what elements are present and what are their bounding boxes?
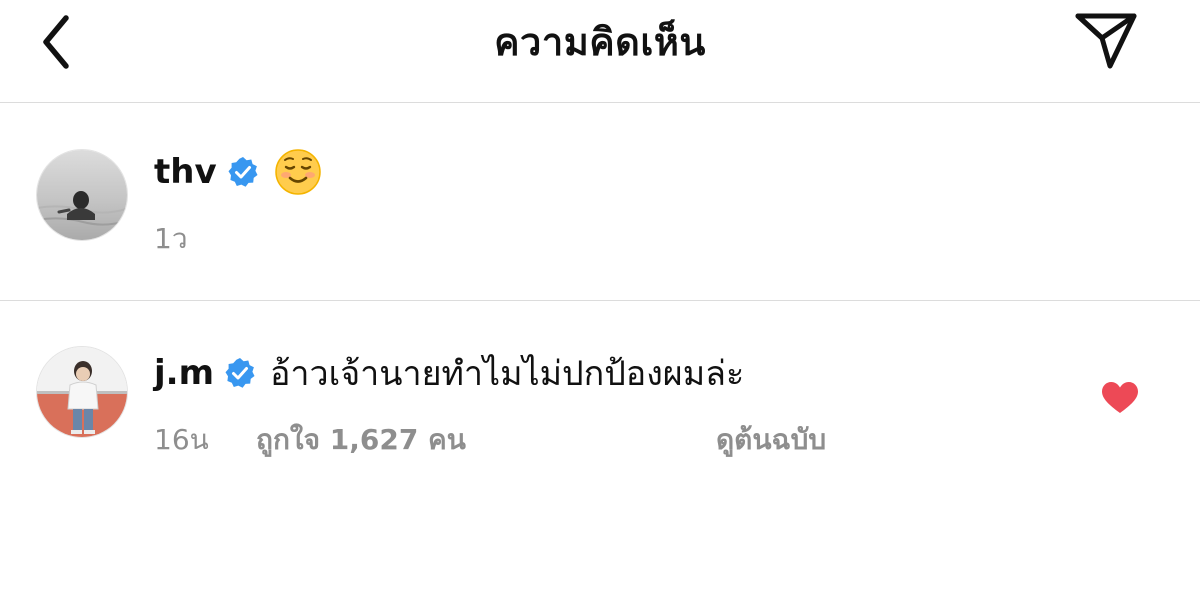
comments-screen: ความคิดเห็น thv 1ว j.m อ้าวเจ้านายทำไมไม… bbox=[0, 0, 1200, 612]
like-button[interactable] bbox=[1098, 378, 1142, 418]
see-original-link[interactable]: ดูต้นฉบับ bbox=[716, 418, 826, 462]
comment-time: 16น bbox=[154, 423, 209, 456]
avatar[interactable] bbox=[36, 346, 128, 438]
avatar-image bbox=[37, 150, 127, 240]
comment-text: อ้าวเจ้านายทำไมไม่ปกป้องผมล่ะ bbox=[270, 354, 745, 394]
comment-line: thv bbox=[154, 147, 323, 197]
comment-item[interactable]: thv 1ว bbox=[0, 103, 1200, 301]
comment-meta: 1ว bbox=[154, 219, 234, 259]
heart-filled-icon bbox=[1102, 382, 1138, 413]
comment-time: 1ว bbox=[154, 222, 188, 255]
verified-badge-icon bbox=[228, 157, 258, 187]
header-bar: ความคิดเห็น bbox=[0, 0, 1200, 103]
smiling-face-emoji-icon bbox=[274, 149, 321, 195]
comment-meta: 16น ถูกใจ 1,627 คน ดูต้นฉบับ bbox=[154, 418, 826, 462]
verified-badge-icon bbox=[225, 358, 255, 388]
username[interactable]: thv bbox=[154, 152, 217, 192]
likes-count-link[interactable]: ถูกใจ 1,627 คน bbox=[256, 418, 466, 462]
comment-item[interactable]: j.m อ้าวเจ้านายทำไมไม่ปกป้องผมล่ะ 16น ถู… bbox=[0, 302, 1200, 492]
page-title: ความคิดเห็น bbox=[494, 20, 706, 64]
paper-plane-icon bbox=[1075, 13, 1137, 69]
share-button[interactable] bbox=[1070, 8, 1142, 72]
avatar[interactable] bbox=[36, 149, 128, 241]
avatar-image bbox=[37, 347, 127, 437]
comment-line: j.m อ้าวเจ้านายทำไมไม่ปกป้องผมล่ะ bbox=[154, 348, 744, 398]
username[interactable]: j.m bbox=[154, 353, 214, 393]
